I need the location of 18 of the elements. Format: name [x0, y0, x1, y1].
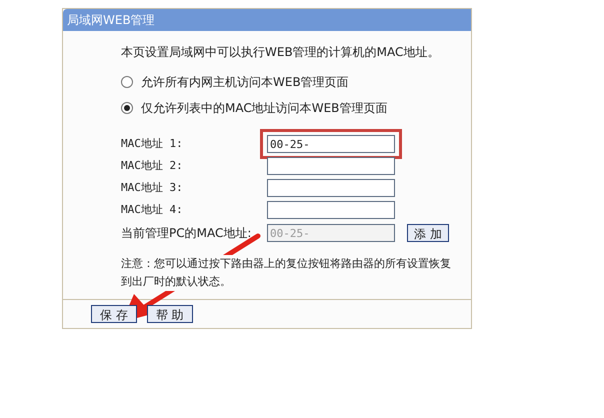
radio-label: 仅允许列表中的MAC地址访问本WEB管理页面 [141, 100, 388, 117]
field-label: MAC地址 4: [121, 202, 184, 218]
help-button[interactable]: 帮 助 [146, 305, 193, 323]
add-button[interactable]: 添 加 [407, 224, 449, 242]
save-button[interactable]: 保 存 [91, 305, 137, 323]
field-label: MAC地址 3: [121, 180, 184, 196]
intro-text: 本页设置局域网中可以执行WEB管理的计算机的MAC地址。 [121, 44, 440, 61]
mac-input-field[interactable] [267, 157, 395, 175]
field-label: MAC地址 1: [121, 136, 184, 152]
radio-button[interactable] [121, 102, 133, 114]
mac-input-field[interactable]: 00-25- [267, 135, 395, 153]
mac-input-field[interactable] [267, 179, 395, 197]
field-label: 当前管理PC的MAC地址: [121, 225, 252, 242]
mac-input-field[interactable] [267, 201, 395, 219]
field-label: MAC地址 2: [121, 158, 184, 174]
panel-title: 局域网WEB管理 [63, 9, 471, 31]
radio-label: 允许所有内网主机访问本WEB管理页面 [141, 74, 349, 91]
radio-button[interactable] [121, 76, 133, 88]
